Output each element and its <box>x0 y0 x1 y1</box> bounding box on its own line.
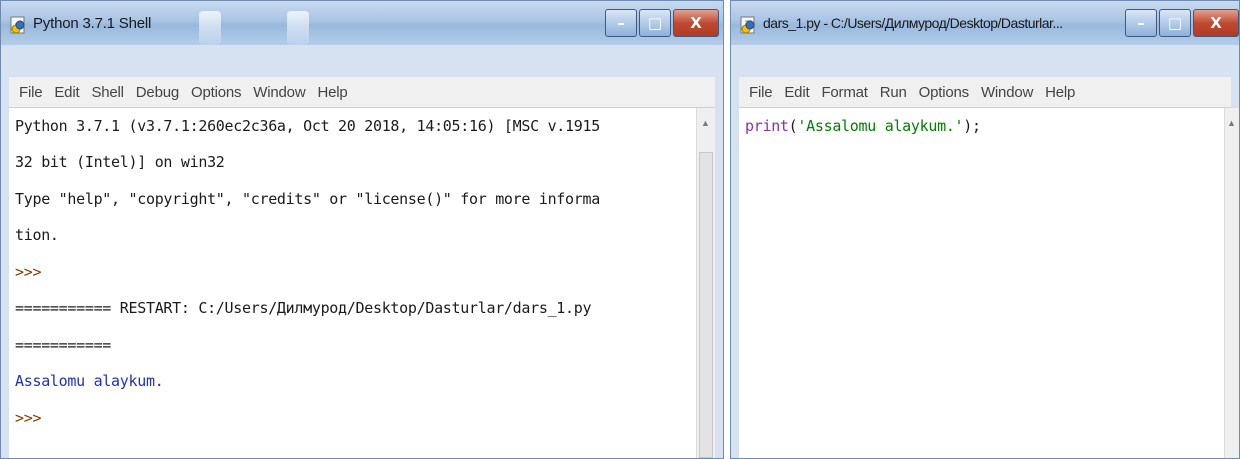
minimize-button[interactable]: – <box>1125 9 1157 37</box>
code-close: ); <box>963 117 981 135</box>
shell-prompt: >>> <box>15 263 42 281</box>
shell-window: Python 3.7.1 Shell – □ X File Edit Shell… <box>0 0 724 459</box>
close-button[interactable]: X <box>1193 9 1239 37</box>
menu-options[interactable]: Options <box>191 84 241 101</box>
editor-menu-bar: File Edit Format Run Options Window Help <box>739 77 1231 108</box>
editor-text-area[interactable]: print('Assalomu alaykum.'); <box>739 108 1225 458</box>
shell-menu-bar: File Edit Shell Debug Options Window Hel… <box>9 77 715 108</box>
close-button[interactable]: X <box>673 9 719 37</box>
editor-scrollbar[interactable]: ▲ <box>1224 108 1239 458</box>
editor-title-bar[interactable]: dars_1.py - C:/Users/Дилмурод/Desktop/Da… <box>731 1 1239 45</box>
builtin-print: print <box>745 117 789 135</box>
scroll-up-arrow-icon[interactable]: ▲ <box>1227 118 1236 128</box>
shell-line: 32 bit (Intel)] on win32 <box>15 153 225 171</box>
shell-line: tion. <box>15 226 59 244</box>
menu-format[interactable]: Format <box>821 84 868 101</box>
editor-window: dars_1.py - C:/Users/Дилмурод/Desktop/Da… <box>730 0 1240 459</box>
menu-options[interactable]: Options <box>919 84 969 101</box>
scroll-up-arrow-icon[interactable]: ▲ <box>701 118 710 128</box>
code-string: 'Assalomu alaykum.' <box>797 117 964 135</box>
shell-window-title: Python 3.7.1 Shell <box>33 15 152 32</box>
program-output: Assalomu alaykum. <box>15 372 164 390</box>
title-glass-decoration <box>199 11 221 45</box>
maximize-button[interactable]: □ <box>1159 9 1191 37</box>
shell-title-bar[interactable]: Python 3.7.1 Shell – □ X <box>1 1 723 45</box>
scrollbar-thumb[interactable] <box>699 152 713 458</box>
python-idle-icon <box>10 16 25 34</box>
menu-file[interactable]: File <box>19 84 43 101</box>
menu-window[interactable]: Window <box>253 84 305 101</box>
shell-scrollbar[interactable]: ▲ <box>696 108 715 458</box>
code-line: print('Assalomu alaykum.'); <box>745 116 981 136</box>
menu-run[interactable]: Run <box>880 84 907 101</box>
menu-help[interactable]: Help <box>1045 84 1075 101</box>
title-glass-decoration <box>287 11 309 45</box>
menu-window[interactable]: Window <box>981 84 1033 101</box>
menu-debug[interactable]: Debug <box>136 84 179 101</box>
restart-line: =========== <box>15 336 112 354</box>
editor-window-title: dars_1.py - C:/Users/Дилмурод/Desktop/Da… <box>763 15 1063 31</box>
shell-prompt: >>> <box>15 409 42 427</box>
shell-line: Type "help", "copyright", "credits" or "… <box>15 190 600 208</box>
minimize-button[interactable]: – <box>605 9 637 37</box>
shell-output-area[interactable]: Python 3.7.1 (v3.7.1:260ec2c36a, Oct 20 … <box>9 108 697 458</box>
menu-file[interactable]: File <box>749 84 773 101</box>
menu-edit[interactable]: Edit <box>784 84 809 101</box>
menu-shell[interactable]: Shell <box>91 84 124 101</box>
restart-line: =========== RESTART: C:/Users/Дилмурод/D… <box>15 299 592 317</box>
maximize-button[interactable]: □ <box>639 9 671 37</box>
python-idle-icon <box>740 16 755 34</box>
menu-edit[interactable]: Edit <box>54 84 79 101</box>
shell-line: Python 3.7.1 (v3.7.1:260ec2c36a, Oct 20 … <box>15 117 600 135</box>
menu-help[interactable]: Help <box>317 84 347 101</box>
